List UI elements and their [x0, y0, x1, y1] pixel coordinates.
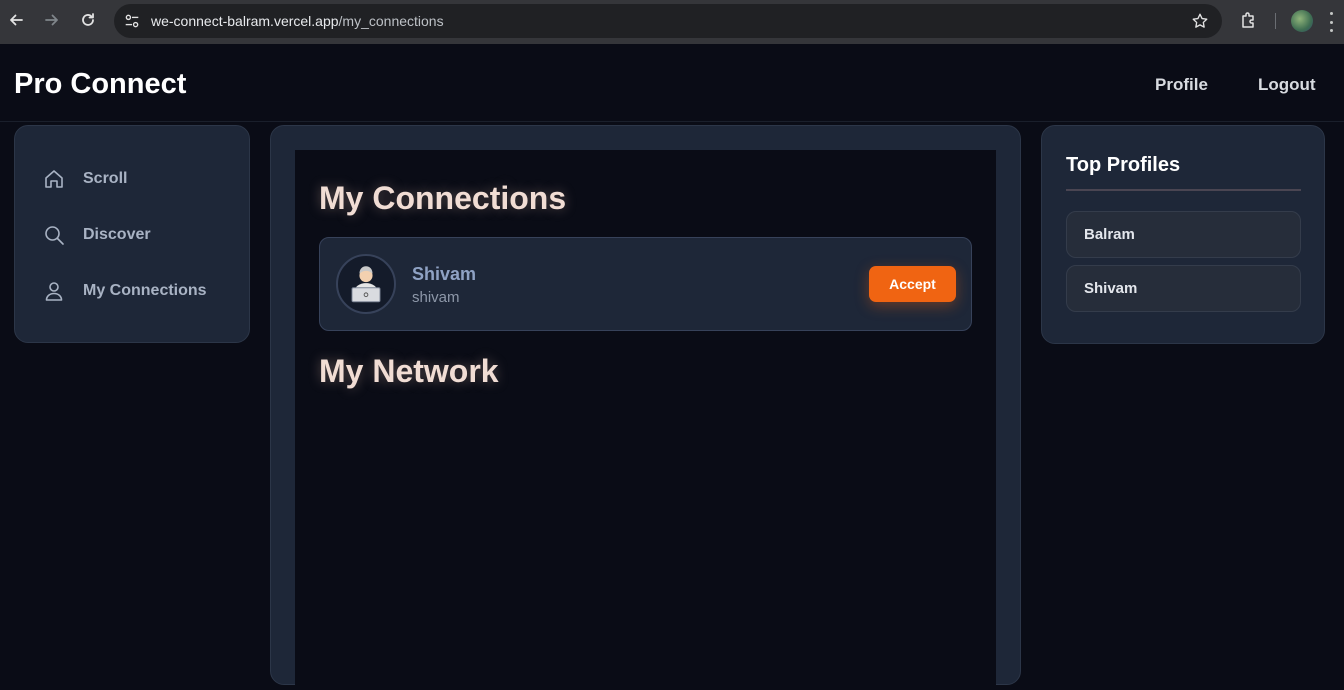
connection-name[interactable]: Shivam [412, 264, 476, 285]
extensions-icon[interactable] [1238, 9, 1260, 31]
accept-button[interactable]: Accept [869, 266, 956, 302]
reload-icon[interactable] [76, 8, 100, 32]
browser-toolbar: we-connect-balram.vercel.app/my_connecti… [0, 0, 1344, 44]
forward-icon[interactable] [40, 8, 64, 32]
sidebar-item-scroll[interactable]: Scroll [43, 164, 127, 194]
bookmark-star-icon[interactable] [1190, 11, 1210, 31]
nav-logout-link[interactable]: Logout [1258, 75, 1316, 95]
sidebar-item-label: Scroll [83, 170, 128, 187]
site-info-icon[interactable] [122, 11, 142, 31]
my-network-heading: My Network [319, 353, 499, 389]
main-content [295, 150, 996, 690]
sidebar-item-label: My Connections [83, 282, 207, 299]
sidebar-item-my-connections[interactable]: My Connections [43, 276, 207, 306]
left-sidebar: Scroll Discover My Connections [14, 125, 250, 343]
connection-request-card: Shivam shivam Accept [319, 237, 972, 331]
nav-profile-link[interactable]: Profile [1155, 75, 1208, 95]
top-profiles-panel: Top Profiles Balram Shivam [1041, 125, 1325, 344]
sidebar-item-label: Discover [83, 226, 151, 243]
url-text: we-connect-balram.vercel.app/my_connecti… [151, 13, 444, 29]
app-header: Pro Connect Profile Logout [0, 44, 1344, 122]
user-icon [43, 280, 65, 302]
top-profile-item[interactable]: Shivam [1066, 265, 1301, 312]
profile-avatar[interactable] [1291, 10, 1313, 32]
connection-username: shivam [412, 289, 460, 306]
avatar [336, 254, 396, 314]
menu-icon[interactable] [1326, 12, 1336, 32]
top-profile-item[interactable]: Balram [1066, 211, 1301, 258]
top-profiles-heading: Top Profiles [1066, 154, 1181, 176]
search-icon [43, 224, 65, 246]
sidebar-item-discover[interactable]: Discover [43, 220, 151, 250]
address-bar[interactable]: we-connect-balram.vercel.app/my_connecti… [114, 4, 1222, 38]
back-icon[interactable] [4, 8, 28, 32]
brand-logo[interactable]: Pro Connect [14, 68, 186, 101]
toolbar-divider [1275, 13, 1276, 29]
home-icon [43, 168, 65, 190]
divider [1066, 189, 1301, 191]
my-connections-heading: My Connections [319, 180, 567, 216]
